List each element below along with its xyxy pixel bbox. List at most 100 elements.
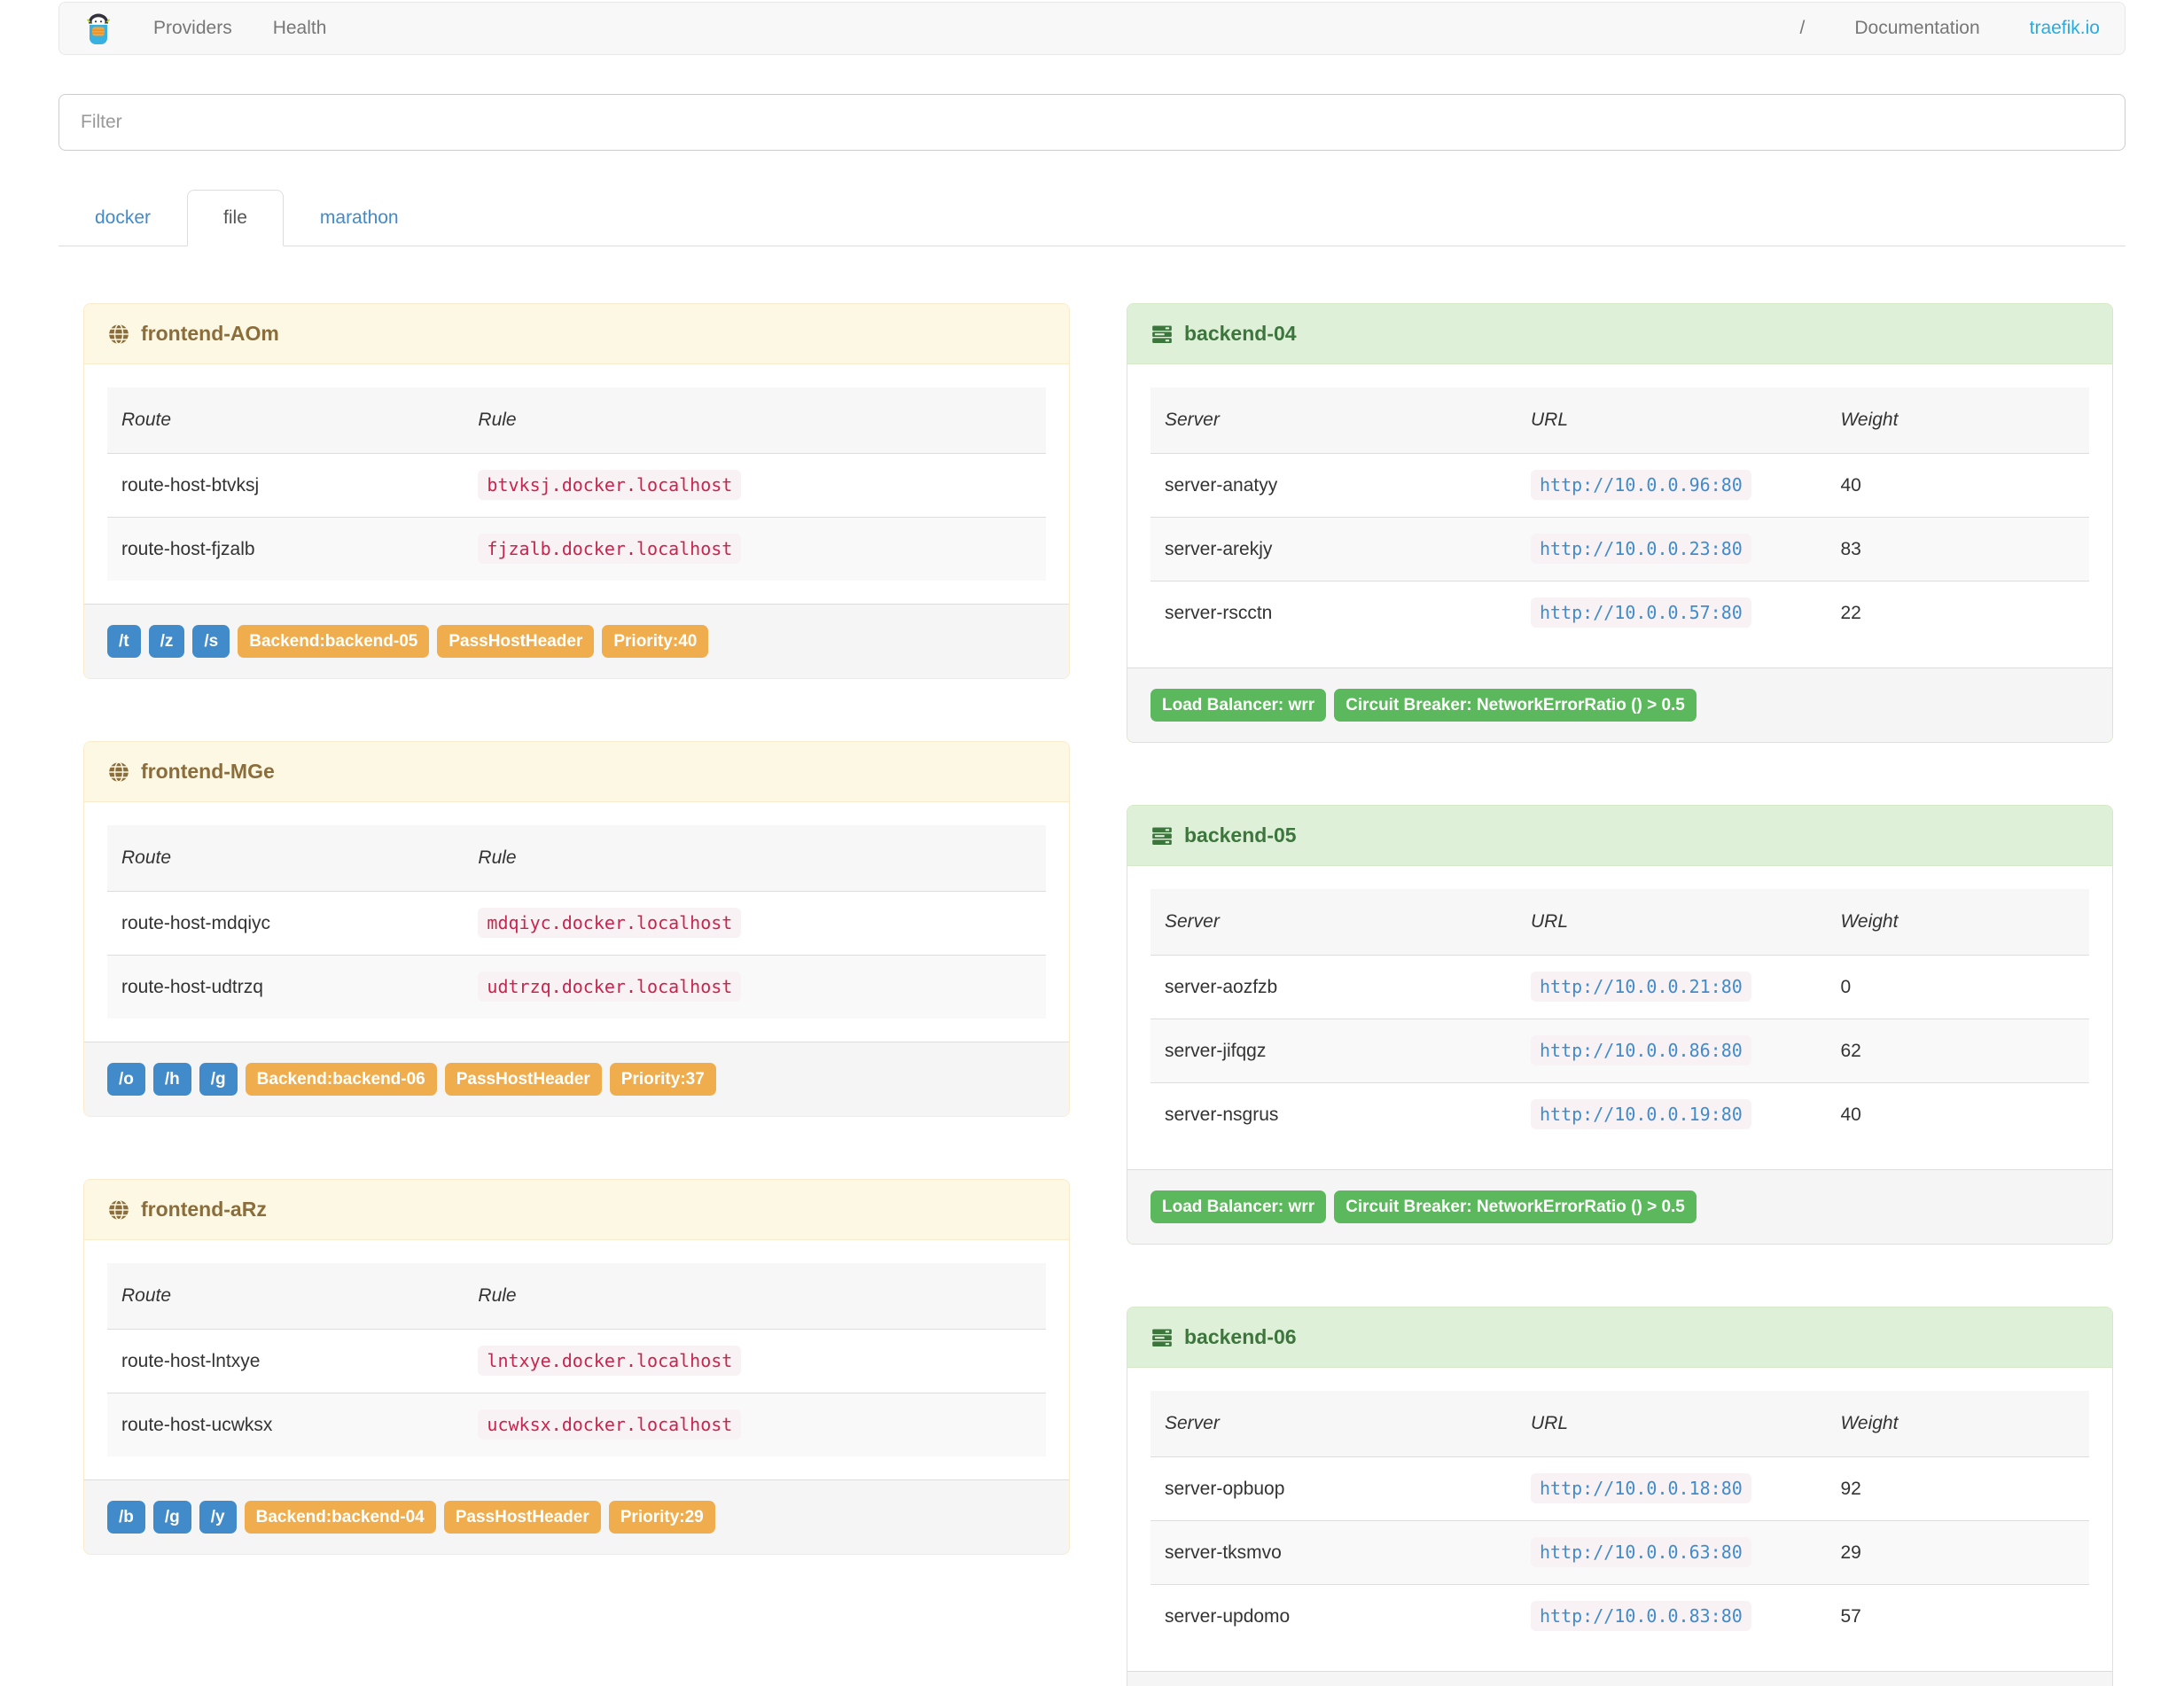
load-balancer-badge: Load Balancer: wrr xyxy=(1150,1190,1327,1223)
server-weight: 83 xyxy=(1826,517,2089,582)
frontend-panel-MGe: frontend-MGe Route Rule route-host-mdqiy… xyxy=(83,741,1070,1117)
col-route: Route xyxy=(107,387,464,454)
server-url-link[interactable]: http://10.0.0.19:80 xyxy=(1531,1099,1751,1129)
backend-panel-heading: backend-04 xyxy=(1127,304,2112,364)
backend-panel-body: Server URL Weight server-opbuop http://1… xyxy=(1127,1368,2112,1671)
col-url: URL xyxy=(1517,1391,1827,1457)
backend-panel-06: backend-06 Server URL Weight server-opbu… xyxy=(1127,1307,2113,1686)
table-header-row: Server URL Weight xyxy=(1150,387,2089,454)
server-url-link[interactable]: http://10.0.0.86:80 xyxy=(1531,1035,1751,1065)
route-row: route-host-btvksj btvksj.docker.localhos… xyxy=(107,454,1046,518)
server-name: server-updomo xyxy=(1150,1584,1517,1648)
frontend-panel-footer: /t /z /s Backend:backend-05 PassHostHead… xyxy=(84,604,1069,678)
route-name: route-host-mdqiyc xyxy=(121,912,271,933)
path-badge: /b xyxy=(107,1501,145,1534)
globe-icon xyxy=(107,323,130,346)
path-badge: /y xyxy=(199,1501,237,1534)
table-header-row: Route Rule xyxy=(107,825,1046,892)
tab-docker[interactable]: docker xyxy=(58,190,187,246)
table-header-row: Route Rule xyxy=(107,1263,1046,1330)
col-url: URL xyxy=(1517,889,1827,956)
frontend-panel-AOm: frontend-AOm Route Rule route-host-btvks… xyxy=(83,303,1070,679)
backend-panel-heading: backend-05 xyxy=(1127,806,2112,866)
col-rule: Rule xyxy=(464,825,1046,892)
server-weight: 57 xyxy=(1826,1584,2089,1648)
server-stack-icon xyxy=(1150,824,1174,847)
rule-code: udtrzq.docker.localhost xyxy=(478,972,742,1002)
server-weight: 92 xyxy=(1840,1478,1861,1499)
server-url-link[interactable]: http://10.0.0.18:80 xyxy=(1531,1473,1751,1503)
backend-badge: Backend:backend-04 xyxy=(244,1501,436,1534)
server-stack-icon xyxy=(1150,1326,1174,1349)
content: frontend-AOm Route Rule route-host-btvks… xyxy=(83,303,2113,1686)
servers-table: Server URL Weight server-aozfzb http://1… xyxy=(1150,889,2089,1146)
route-name: route-host-udtrzq xyxy=(107,955,464,1019)
col-weight: Weight xyxy=(1826,387,2089,454)
server-weight: 22 xyxy=(1826,581,2089,644)
backend-title: backend-04 xyxy=(1184,322,1297,345)
priority-badge: Priority:37 xyxy=(609,1063,716,1096)
routes-table: Route Rule route-host-btvksj btvksj.dock… xyxy=(107,387,1046,581)
server-url-link[interactable]: http://10.0.0.96:80 xyxy=(1531,470,1751,500)
backends-column: backend-04 Server URL Weight server-anat… xyxy=(1127,303,2113,1686)
routes-table: Route Rule route-host-mdqiyc mdqiyc.dock… xyxy=(107,825,1046,1019)
filter-input[interactable] xyxy=(58,94,2126,151)
path-badge: /g xyxy=(199,1063,238,1096)
server-url-link[interactable]: http://10.0.0.57:80 xyxy=(1531,597,1751,628)
server-stack-icon xyxy=(1150,323,1174,346)
server-weight: 40 xyxy=(1826,1082,2089,1146)
frontend-panel-body: Route Rule route-host-mdqiyc mdqiyc.dock… xyxy=(84,802,1069,1042)
frontend-title: frontend-MGe xyxy=(141,760,275,783)
col-route: Route xyxy=(107,825,464,892)
nav-path-separator: / xyxy=(1799,18,1806,38)
nav-link-documentation[interactable]: Documentation xyxy=(1854,18,1979,39)
server-row: server-nsgrus http://10.0.0.19:80 40 xyxy=(1150,1082,2089,1146)
col-server: Server xyxy=(1150,889,1517,956)
servers-table: Server URL Weight server-opbuop http://1… xyxy=(1150,1391,2089,1648)
route-row: route-host-fjzalb fjzalb.docker.localhos… xyxy=(107,517,1046,581)
col-weight: Weight xyxy=(1826,1391,2089,1457)
tab-file[interactable]: file xyxy=(187,190,284,246)
server-name: server-anatyy xyxy=(1165,474,1278,496)
priority-badge: Priority:40 xyxy=(602,625,709,658)
col-server: Server xyxy=(1150,387,1517,454)
frontends-column: frontend-AOm Route Rule route-host-btvks… xyxy=(83,303,1070,1617)
backend-panel-footer: Load Balancer: wrr Circuit Breaker: Netw… xyxy=(1127,1671,2112,1686)
frontend-panel-heading: frontend-aRz xyxy=(84,1180,1069,1240)
frontend-panel-footer: /o /h /g Backend:backend-06 PassHostHead… xyxy=(84,1042,1069,1116)
server-name: server-nsgrus xyxy=(1150,1082,1517,1146)
server-url-link[interactable]: http://10.0.0.23:80 xyxy=(1531,534,1751,564)
col-rule: Rule xyxy=(464,387,1046,454)
server-row: server-jifqgz http://10.0.0.86:80 62 xyxy=(1150,1019,2089,1083)
backend-title: backend-06 xyxy=(1184,1325,1297,1348)
server-weight: 40 xyxy=(1840,474,1861,496)
rule-code: ucwksx.docker.localhost xyxy=(478,1409,742,1440)
route-name: route-host-btvksj xyxy=(121,474,260,496)
rule-code: fjzalb.docker.localhost xyxy=(478,534,742,564)
nav-link-health[interactable]: Health xyxy=(273,18,327,39)
server-url-link[interactable]: http://10.0.0.21:80 xyxy=(1531,972,1751,1002)
navbar: Providers Health / Documentation traefik… xyxy=(58,2,2126,55)
passhostheader-badge: PassHostHeader xyxy=(444,1063,602,1096)
path-badge: /g xyxy=(152,1501,191,1534)
load-balancer-badge: Load Balancer: wrr xyxy=(1150,689,1327,722)
table-header-row: Route Rule xyxy=(107,387,1046,454)
server-url-link[interactable]: http://10.0.0.63:80 xyxy=(1531,1537,1751,1567)
server-row: server-updomo http://10.0.0.83:80 57 xyxy=(1150,1584,2089,1648)
nav-link-providers[interactable]: Providers xyxy=(153,18,232,39)
frontend-panel-body: Route Rule route-host-btvksj btvksj.dock… xyxy=(84,364,1069,604)
passhostheader-badge: PassHostHeader xyxy=(443,1501,601,1534)
frontend-panel-body: Route Rule route-host-lntxye lntxye.dock… xyxy=(84,1240,1069,1479)
rule-code: btvksj.docker.localhost xyxy=(478,470,742,500)
nav-link-traefik-io[interactable]: traefik.io xyxy=(2030,18,2100,39)
server-row: server-aozfzb http://10.0.0.21:80 0 xyxy=(1150,956,2089,1019)
traefik-logo-icon[interactable] xyxy=(84,11,113,46)
backend-panel-body: Server URL Weight server-aozfzb http://1… xyxy=(1127,866,2112,1169)
frontend-panel-aRz: frontend-aRz Route Rule route-host-lntxy… xyxy=(83,1179,1070,1555)
tab-marathon[interactable]: marathon xyxy=(284,190,435,246)
server-weight: 0 xyxy=(1840,976,1852,997)
server-url-link[interactable]: http://10.0.0.83:80 xyxy=(1531,1601,1751,1631)
server-name: server-opbuop xyxy=(1165,1478,1285,1499)
col-url: URL xyxy=(1517,387,1827,454)
passhostheader-badge: PassHostHeader xyxy=(437,625,595,658)
